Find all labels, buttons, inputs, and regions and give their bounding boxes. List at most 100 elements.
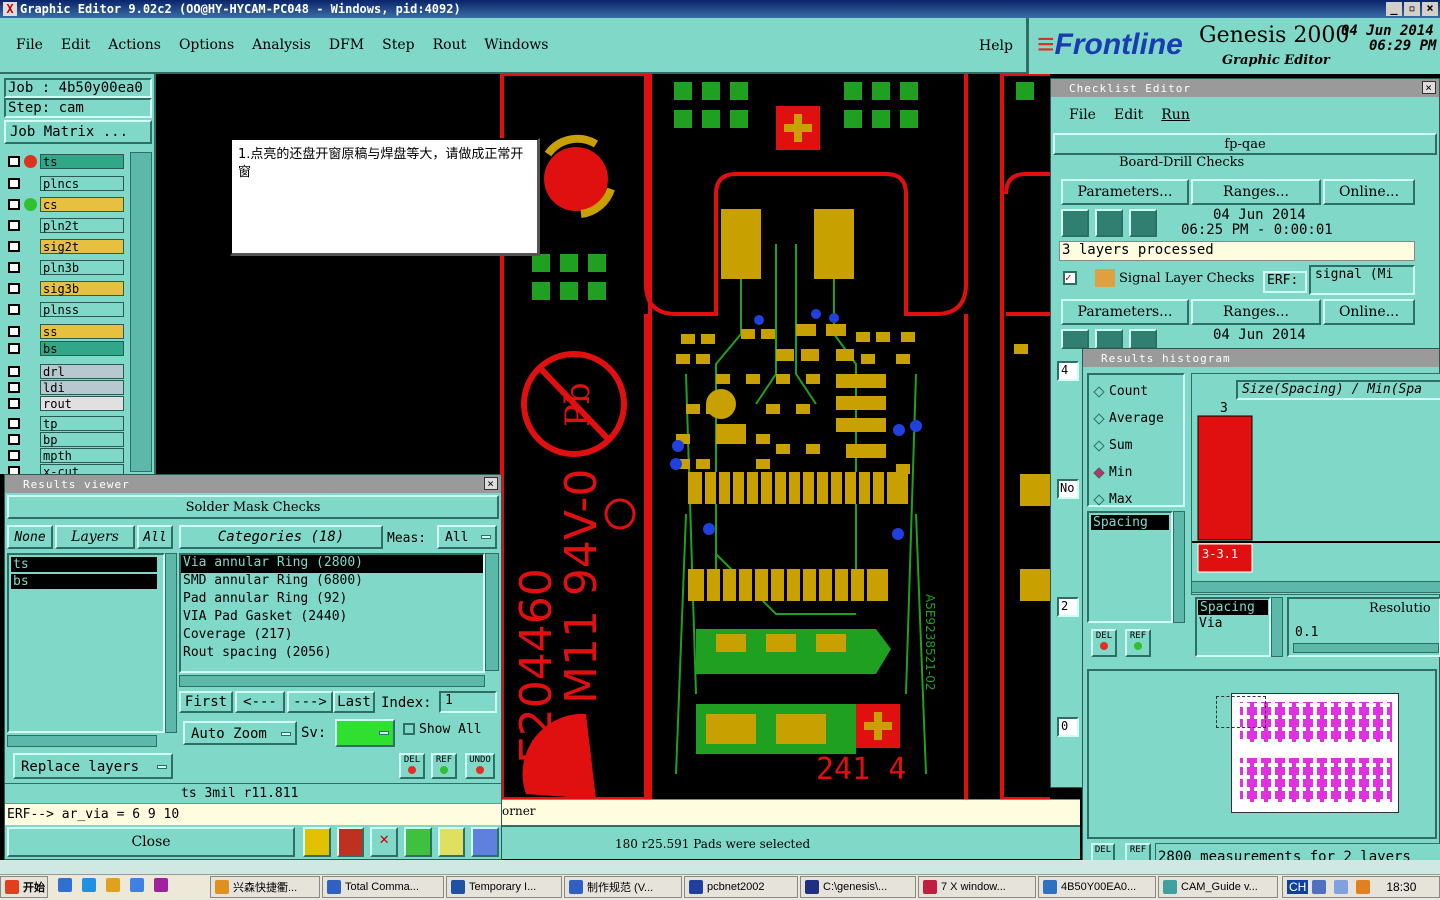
- show-all-checkbox[interactable]: [403, 723, 415, 735]
- help-menu[interactable]: Help: [979, 38, 1013, 54]
- menu-options[interactable]: Options: [179, 37, 234, 53]
- menu-analysis[interactable]: Analysis: [252, 37, 311, 53]
- auto-zoom-dropdown[interactable]: Auto Zoom: [183, 721, 297, 745]
- index-input[interactable]: 1: [439, 691, 497, 713]
- sort-icon[interactable]: [404, 827, 432, 857]
- results-layer-list[interactable]: ts bs: [7, 553, 165, 733]
- x-icon[interactable]: [154, 878, 168, 892]
- layer-row[interactable]: bp: [6, 432, 124, 447]
- taskbar-item[interactable]: Temporary I...: [446, 876, 562, 898]
- menu-file[interactable]: File: [16, 37, 43, 53]
- taskbar-item[interactable]: 4B50Y00EA0...: [1038, 876, 1156, 898]
- layer-checkbox[interactable]: [8, 450, 20, 461]
- layer-row[interactable]: plnss: [6, 302, 124, 317]
- meas-dropdown[interactable]: All: [437, 525, 497, 549]
- layer-scrollbar[interactable]: [130, 152, 152, 472]
- next-button[interactable]: --->: [287, 691, 333, 713]
- menu-step[interactable]: Step: [382, 37, 414, 53]
- category-item[interactable]: Coverage (217): [181, 627, 483, 645]
- category-list[interactable]: Via annular Ring (2800) SMD annular Ring …: [179, 553, 485, 673]
- results-layer-vscroll[interactable]: [165, 553, 177, 733]
- close-icon[interactable]: ×: [1422, 81, 1436, 94]
- list-item[interactable]: Via: [1197, 616, 1269, 631]
- histogram-list-1[interactable]: Spacing: [1087, 511, 1173, 623]
- layer-checkbox[interactable]: [8, 398, 20, 409]
- category-hscroll[interactable]: [179, 675, 485, 687]
- layers-button[interactable]: Layers: [55, 525, 135, 549]
- histogram-option-count[interactable]: Count: [1089, 375, 1183, 402]
- lang-indicator[interactable]: CH: [1287, 880, 1309, 894]
- app-icon[interactable]: [130, 878, 144, 892]
- last-button[interactable]: Last: [333, 691, 375, 713]
- minimize-button[interactable]: _: [1386, 2, 1402, 16]
- note-icon[interactable]: [437, 827, 466, 857]
- hist-ref-button[interactable]: REF: [1125, 629, 1151, 657]
- layer-row[interactable]: ss: [6, 324, 124, 339]
- layer-checkbox[interactable]: [8, 382, 20, 393]
- histogram-hscroll[interactable]: [1191, 581, 1440, 593]
- histogram-option-sum[interactable]: Sum: [1089, 429, 1183, 456]
- ie-icon[interactable]: [58, 878, 72, 892]
- taskbar-item[interactable]: CAM_Guide v...: [1158, 876, 1278, 898]
- layer-checkbox[interactable]: [8, 304, 20, 315]
- histogram-list-1-scroll[interactable]: [1173, 511, 1185, 623]
- taskbar-item[interactable]: 7 X window...: [918, 876, 1036, 898]
- taskbar-item[interactable]: pcbnet2002: [684, 876, 798, 898]
- clock-icon[interactable]: [106, 878, 120, 892]
- menu-windows[interactable]: Windows: [484, 37, 548, 53]
- flag-icon[interactable]: [303, 827, 331, 857]
- histogram-option-max[interactable]: Max: [1089, 483, 1183, 510]
- histogram-list-2[interactable]: Spacing Via: [1195, 597, 1271, 657]
- ref-button[interactable]: REF: [431, 753, 457, 779]
- layer-checkbox[interactable]: [8, 156, 20, 167]
- run-icon[interactable]: [1095, 209, 1123, 237]
- row1-checkbox[interactable]: ✓: [1063, 271, 1077, 285]
- run-icon[interactable]: [1095, 329, 1123, 349]
- list-item[interactable]: Spacing: [1198, 600, 1268, 615]
- start-button[interactable]: 开始: [0, 876, 48, 898]
- none-button[interactable]: None: [7, 525, 53, 549]
- cross-icon[interactable]: ✕: [370, 827, 399, 857]
- layer-row[interactable]: sig3b: [6, 281, 124, 296]
- resolution-slider[interactable]: [1293, 643, 1439, 653]
- replace-layers-dropdown[interactable]: Replace layers: [13, 753, 173, 779]
- all-button[interactable]: All: [137, 525, 173, 549]
- run-icon[interactable]: [1129, 209, 1157, 237]
- category-item[interactable]: Rout spacing (2056): [181, 645, 483, 663]
- menu-rout[interactable]: Rout: [433, 37, 467, 53]
- checklist-file-menu[interactable]: File: [1069, 107, 1096, 123]
- layer-row[interactable]: pln2t: [6, 218, 124, 233]
- histogram-option-average[interactable]: Average: [1089, 402, 1183, 429]
- browser-icon[interactable]: [82, 878, 96, 892]
- run-icon[interactable]: [1061, 329, 1089, 349]
- sv-dropdown[interactable]: [335, 719, 395, 747]
- close-button[interactable]: ×: [1422, 2, 1438, 16]
- tray-icon[interactable]: [1334, 880, 1349, 894]
- categories-button[interactable]: Categories (18): [179, 525, 383, 549]
- menu-actions[interactable]: Actions: [108, 37, 161, 53]
- prev-button[interactable]: <---: [235, 691, 285, 713]
- layer-checkbox[interactable]: [8, 262, 20, 273]
- layer-row[interactable]: mpth: [6, 448, 124, 463]
- layer-checkbox[interactable]: [8, 283, 20, 294]
- layer-row[interactable]: plncs: [6, 176, 124, 191]
- job-matrix-button[interactable]: Job Matrix ...: [4, 120, 152, 144]
- tray-icon[interactable]: [1356, 880, 1371, 894]
- ranges-button-1[interactable]: Ranges...: [1191, 299, 1321, 325]
- online-button-1[interactable]: Online...: [1323, 299, 1415, 325]
- taskbar-item[interactable]: 兴森快捷衢...: [210, 876, 320, 898]
- layer-row[interactable]: tp: [6, 416, 124, 431]
- list-item[interactable]: bs: [11, 574, 157, 589]
- histogram-bar[interactable]: [1197, 415, 1253, 541]
- layer-row[interactable]: drl: [6, 364, 124, 379]
- row1-erf-field[interactable]: signal (Mi: [1309, 265, 1415, 295]
- layer-row[interactable]: pln3b: [6, 260, 124, 275]
- layer-checkbox[interactable]: [8, 434, 20, 445]
- layer-checkbox[interactable]: [8, 178, 20, 189]
- layer-row[interactable]: ldi: [6, 380, 124, 395]
- stop-icon[interactable]: [336, 827, 365, 857]
- list-item[interactable]: ts: [11, 557, 157, 572]
- category-item[interactable]: Via annular Ring (2800): [181, 555, 483, 573]
- maximize-button[interactable]: ▫: [1404, 2, 1420, 16]
- category-item[interactable]: Pad annular Ring (92): [181, 591, 483, 609]
